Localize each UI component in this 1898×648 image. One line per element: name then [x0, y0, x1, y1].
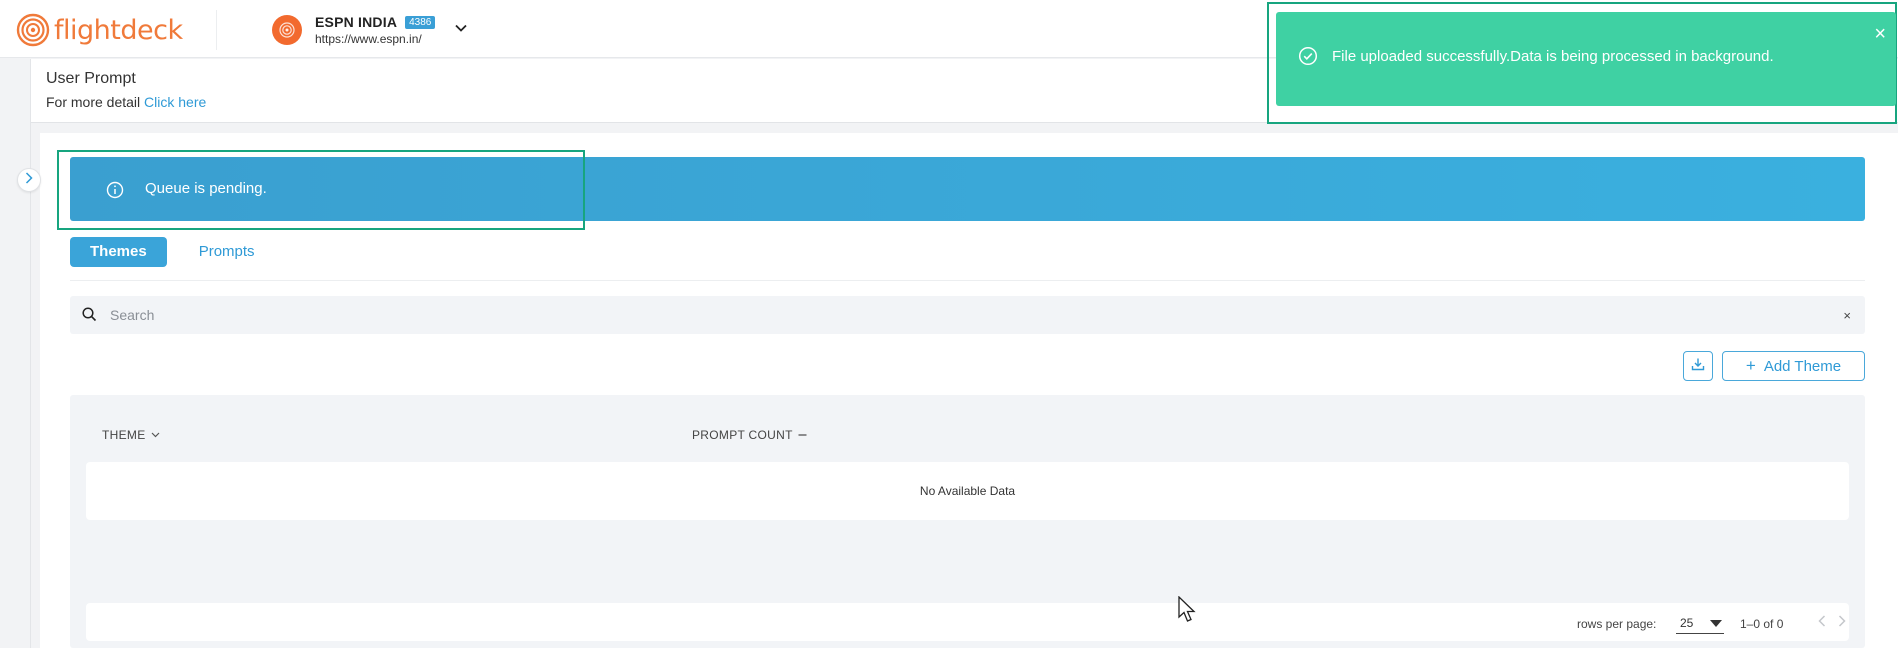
chevron-right-icon: [25, 171, 33, 189]
page-title: User Prompt: [46, 70, 136, 87]
site-id-badge: 4386: [405, 15, 436, 29]
success-toast: File uploaded successfully.Data is being…: [1276, 12, 1896, 106]
empty-state-row: No Available Data: [86, 462, 1849, 520]
search-bar: ×: [70, 296, 1865, 334]
page-subtitle: For more detail Click here: [46, 94, 206, 110]
main-content: Queue is pending. Themes Prompts × + Add…: [40, 133, 1898, 648]
toast-message: File uploaded successfully.Data is being…: [1332, 48, 1774, 65]
expand-sidebar-button[interactable]: [17, 168, 41, 192]
close-icon[interactable]: ×: [1843, 308, 1851, 323]
column-header-prompt-count[interactable]: PROMPT COUNT: [692, 428, 807, 442]
queue-status-banner: Queue is pending.: [70, 157, 1865, 221]
divider: [216, 10, 217, 50]
tab-themes[interactable]: Themes: [70, 237, 167, 267]
site-logo-icon: [279, 22, 295, 38]
detail-text: For more detail: [46, 94, 141, 110]
site-avatar: [272, 15, 302, 45]
pagination: rows per page: 25 1–0 of 0: [86, 603, 1849, 641]
caret-down-icon: [1710, 620, 1722, 627]
site-name: ESPN INDIA: [315, 14, 398, 30]
search-input[interactable]: [110, 296, 1810, 334]
site-url: https://www.espn.in/: [315, 32, 422, 46]
chevron-down-icon: [151, 430, 160, 441]
rows-per-page-label: rows per page:: [1577, 617, 1657, 631]
search-icon: [82, 307, 97, 327]
close-icon[interactable]: ×: [1874, 24, 1886, 44]
download-icon: [1691, 357, 1705, 376]
logo[interactable]: flightdeck: [16, 12, 183, 48]
info-icon: [106, 181, 124, 204]
plus-icon: +: [1745, 356, 1756, 375]
logo-text: flightdeck: [54, 14, 183, 46]
divider: [70, 280, 1865, 281]
tabs: Themes Prompts: [70, 237, 275, 267]
check-circle-icon: [1298, 46, 1318, 71]
detail-link[interactable]: Click here: [144, 94, 206, 110]
download-button[interactable]: [1683, 351, 1713, 381]
chevron-left-icon[interactable]: [1818, 614, 1826, 630]
column-header-theme[interactable]: THEME: [102, 428, 160, 442]
add-theme-button[interactable]: + Add Theme: [1722, 351, 1865, 381]
rows-per-page-select[interactable]: 25: [1676, 612, 1724, 634]
site-switcher[interactable]: ESPN INDIA 4386 https://www.espn.in/: [272, 14, 468, 46]
chevron-right-icon[interactable]: [1838, 614, 1846, 630]
flightdeck-logo-icon: [16, 13, 50, 47]
mouse-cursor-icon: [1178, 595, 1198, 629]
add-theme-label: Add Theme: [1763, 357, 1842, 375]
chevron-down-icon[interactable]: [455, 19, 468, 37]
queue-status-text: Queue is pending.: [145, 180, 267, 197]
minus-icon: [798, 430, 807, 441]
page-range: 1–0 of 0: [1740, 617, 1784, 631]
themes-table: THEME PROMPT COUNT No Available Data row…: [70, 395, 1865, 648]
tab-prompts[interactable]: Prompts: [179, 237, 275, 267]
sidebar-collapsed: [0, 59, 31, 648]
